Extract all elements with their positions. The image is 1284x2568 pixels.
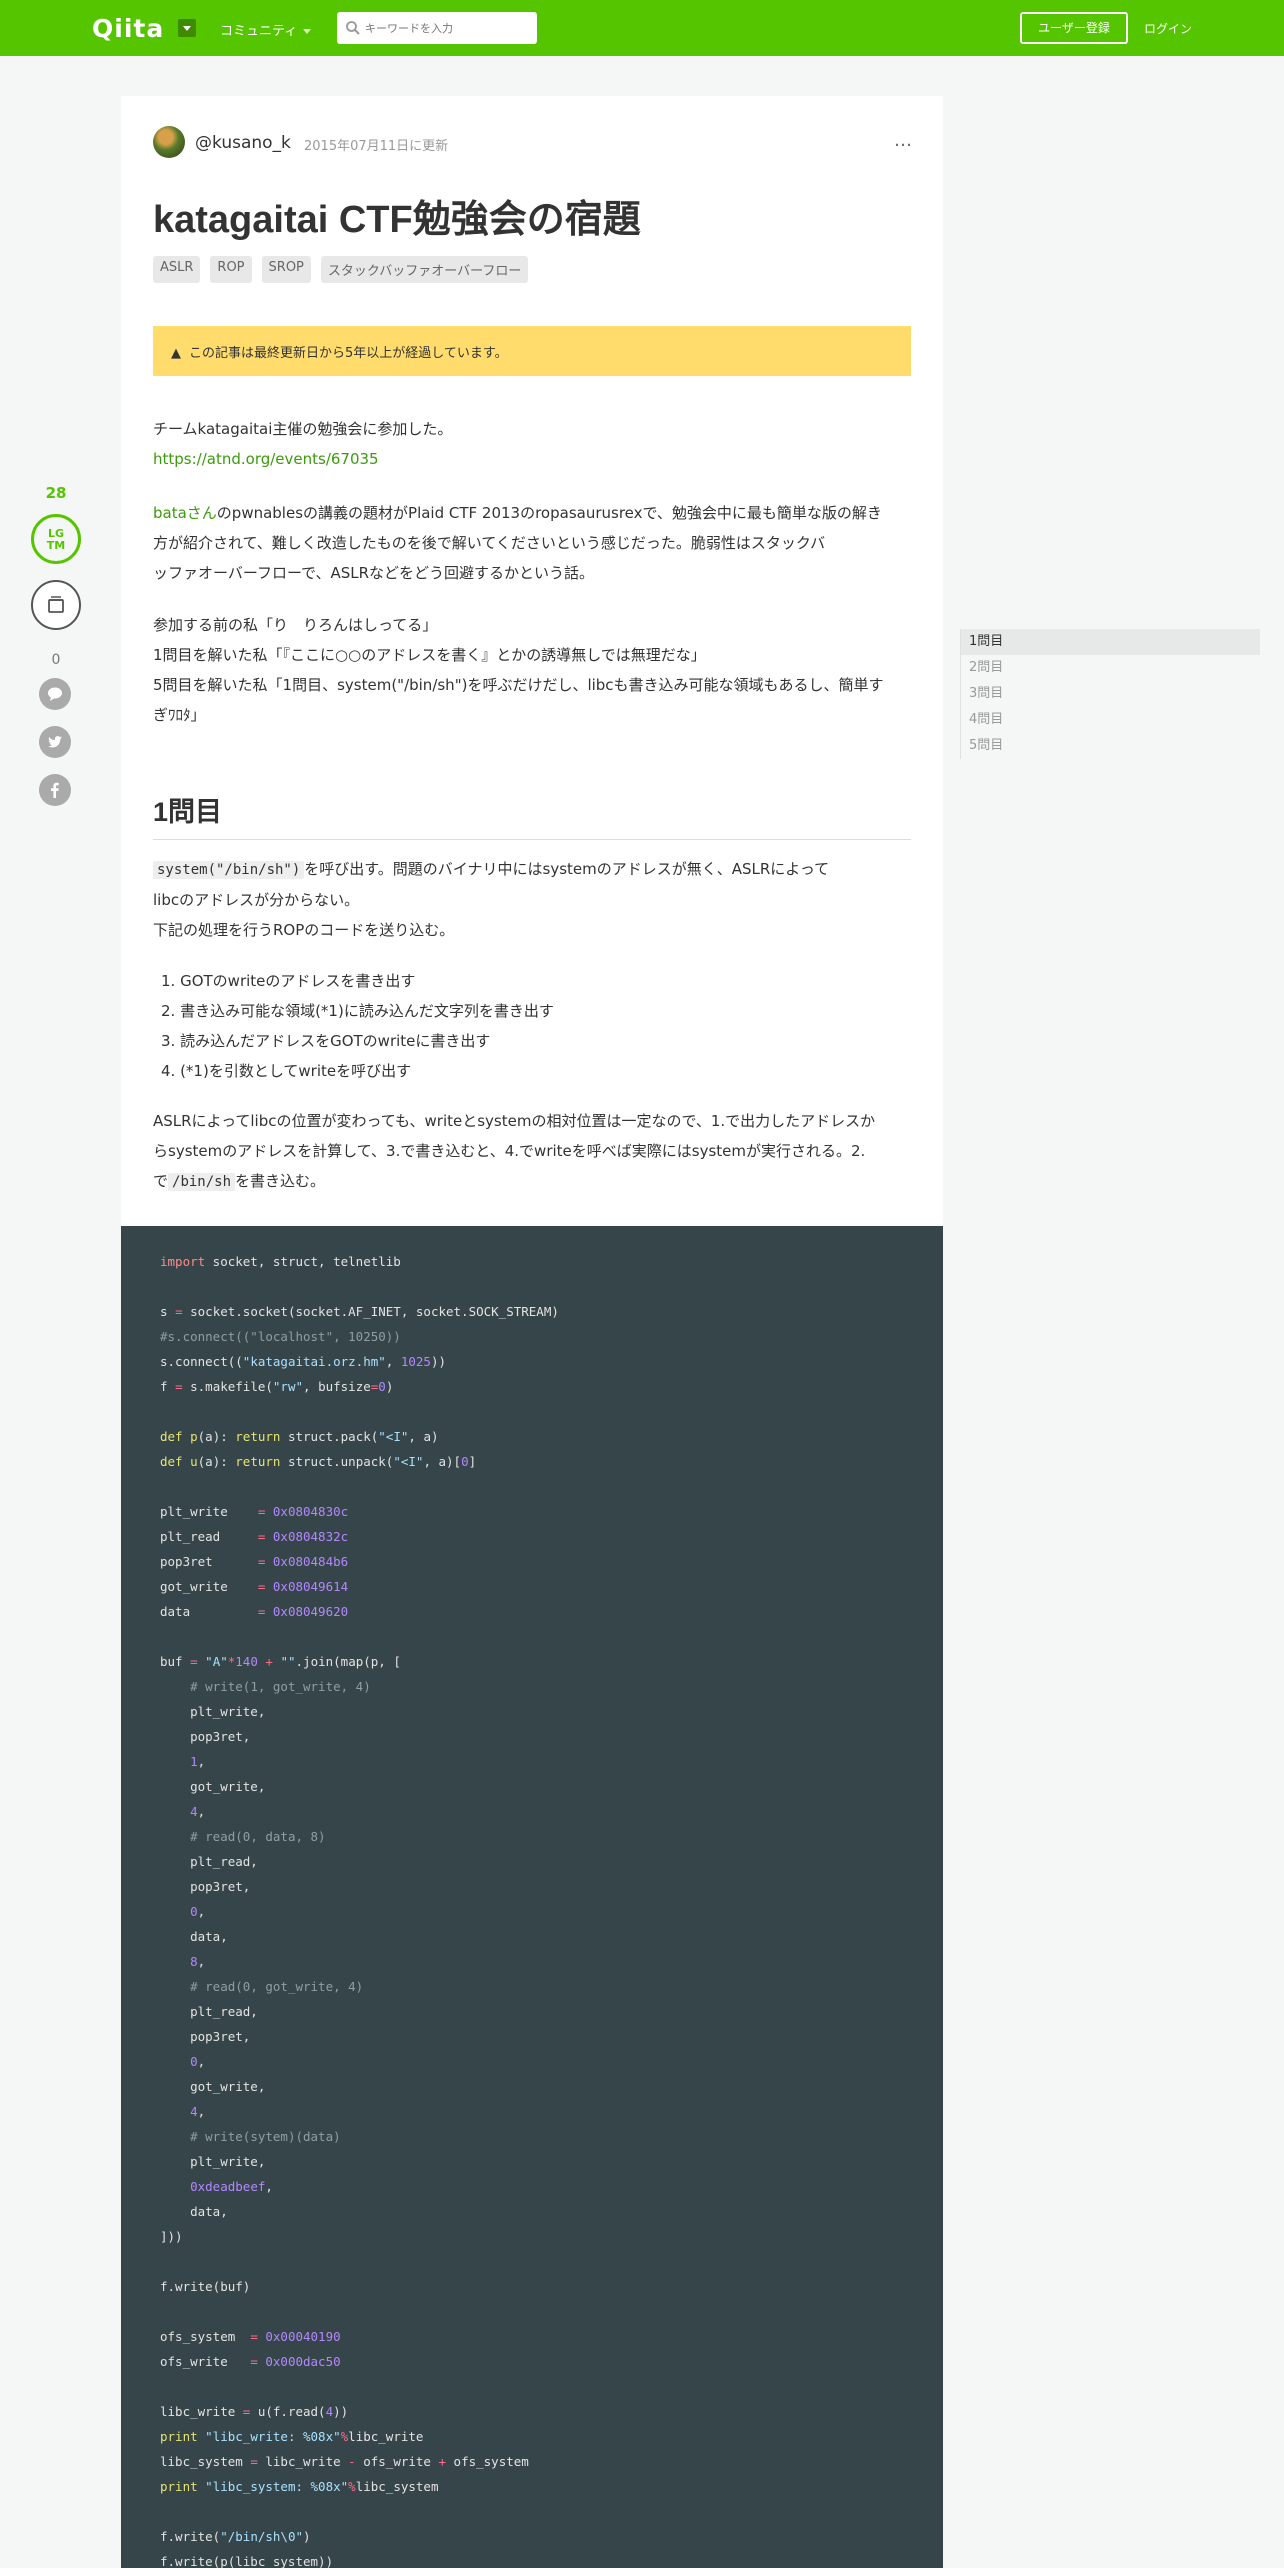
para2-text: のpwnablesの講義の題材がPlaid CTF 2013のropasauru… xyxy=(216,504,882,522)
chevron-down-icon xyxy=(303,29,312,34)
para5-post: を書き込む。 xyxy=(235,1172,326,1190)
signup-button[interactable]: ユーザー登録 xyxy=(1020,12,1128,44)
inline-code: /bin/sh xyxy=(168,1173,236,1191)
qiita-logo[interactable]: Qiita xyxy=(92,14,164,43)
intro-text: チームkatagaitai主催の勉強会に参加した。 xyxy=(153,420,453,438)
lgtm-count: 28 xyxy=(45,484,67,502)
twitter-icon[interactable] xyxy=(39,726,71,758)
paragraph-5: ASLRによってlibcの位置が変わっても、writeとsystemの相対位置は… xyxy=(153,1106,911,1197)
ordered-list: 1. GOTのwriteのアドレスを書き出す 2. 書き込み可能な領域(*1)に… xyxy=(161,966,901,1086)
para3-text-2: 1問目を解いた私「『ここに○○のアドレスを書く』とかの誘導無しでは無理だな」 xyxy=(153,646,706,664)
tag[interactable]: SROP xyxy=(261,256,311,283)
community-label: コミュニティ xyxy=(220,24,298,39)
more-icon[interactable]: … xyxy=(894,130,912,151)
list-item: 4. (*1)を引数としてwriteを呼び出す xyxy=(161,1062,412,1080)
page-title: katagaitai CTF勉強会の宿題 xyxy=(153,199,641,241)
para4-text-2: libcのアドレスが分からない。 xyxy=(153,891,360,909)
list-item: 3. 読み込んだアドレスをGOTのwriteに書き出す xyxy=(161,1032,491,1050)
paragraph-4: system("/bin/sh") を呼び出す。問題のバイナリ中にはsystemの… xyxy=(153,854,911,945)
table-of-contents: 1問目 2問目 3問目 4問目 5問目 xyxy=(960,629,1260,759)
author-row: @kusano_k 2015年07月11日に更新 … xyxy=(153,126,912,162)
code-content: import socket, struct, telnetlib s = soc… xyxy=(160,1254,559,2568)
tag[interactable]: スタックバッファオーバーフロー xyxy=(320,256,529,283)
warning-icon: ▲ xyxy=(171,346,181,361)
facebook-icon[interactable] xyxy=(39,774,71,806)
list-item: 2. 書き込み可能な領域(*1)に読み込んだ文字列を書き出す xyxy=(161,1002,554,1020)
toc-item[interactable]: 3問目 xyxy=(960,681,1260,707)
stock-icon xyxy=(48,596,64,613)
updated-date: 2015年07月11日に更新 xyxy=(304,139,449,154)
search-input[interactable] xyxy=(365,12,533,44)
para4-text-3: 下記の処理を行うROPのコードを送り込む。 xyxy=(153,921,455,939)
para3-text-1: 参加する前の私「り りろんはしってる」 xyxy=(153,616,438,634)
lgtm-label-2: TM xyxy=(46,539,66,552)
stock-count: 0 xyxy=(51,652,61,668)
tag[interactable]: ASLR xyxy=(153,256,201,283)
paragraph-2: bataさんのpwnablesの講義の題材がPlaid CTF 2013のrop… xyxy=(153,498,911,588)
tag-list: ASLR ROP SROP スタックバッファオーバーフロー xyxy=(153,256,529,283)
toc-item[interactable]: 5問目 xyxy=(960,733,1260,759)
comment-icon[interactable] xyxy=(39,678,71,710)
warning-text: この記事は最終更新日から5年以上が経過しています。 xyxy=(189,346,508,361)
intro-paragraph: チームkatagaitai主催の勉強会に参加した。 https://atnd.o… xyxy=(153,414,911,474)
list-item: 1. GOTのwriteのアドレスを書き出す xyxy=(161,972,416,990)
para2-text-3: ッファオーバーフローで、ASLRなどをどう回避するかという話。 xyxy=(153,564,595,582)
para4-text: を呼び出す。問題のバイナリ中にはsystemのアドレスが無く、ASLRによって xyxy=(304,860,830,878)
global-header: Qiita コミュニティ ユーザー登録 ログイン xyxy=(0,0,1284,56)
para3-text-3: 5問目を解いた私「1問目、system("/bin/sh")を呼ぶだけだし、li… xyxy=(153,676,884,694)
login-link[interactable]: ログイン xyxy=(1144,20,1192,37)
outdated-warning: ▲ この記事は最終更新日から5年以上が経過しています。 xyxy=(153,326,911,376)
para5-pre: で xyxy=(153,1172,169,1190)
search-icon xyxy=(346,21,360,35)
para5-text-2: らsystemのアドレスを計算して、3.で書き込むと、4.でwriteを呼べば実… xyxy=(153,1142,866,1160)
search-box[interactable] xyxy=(337,12,537,44)
bata-link[interactable]: bataさん xyxy=(153,504,217,522)
tag[interactable]: ROP xyxy=(210,256,252,283)
author-name[interactable]: @kusano_k xyxy=(195,133,291,153)
toc-item[interactable]: 4問目 xyxy=(960,707,1260,733)
para2-text-2: 方が紹介されて、難しく改造したものを後で解いてくださいという感じだった。脆弱性は… xyxy=(153,534,826,552)
section-heading: 1問目 xyxy=(153,790,911,840)
para5-text-1: ASLRによってlibcの位置が変わっても、writeとsystemの相対位置は… xyxy=(153,1112,876,1130)
paragraph-3: 参加する前の私「り りろんはしってる」 1問目を解いた私「『ここに○○のアドレス… xyxy=(153,610,911,730)
code-block[interactable]: import socket, struct, telnetlib s = soc… xyxy=(121,1226,943,2568)
toc-item[interactable]: 2問目 xyxy=(960,655,1260,681)
para3-text-4: ぎﾜﾛﾀ」 xyxy=(153,706,206,724)
inline-code: system("/bin/sh") xyxy=(153,861,305,879)
community-menu[interactable]: コミュニティ xyxy=(220,20,312,39)
stock-button[interactable] xyxy=(31,580,81,630)
lgtm-button[interactable]: LG TM xyxy=(31,514,81,564)
article-card: @kusano_k 2015年07月11日に更新 … katagaitai CT… xyxy=(121,96,943,2568)
logo-dropdown-icon[interactable] xyxy=(178,19,196,37)
event-link[interactable]: https://atnd.org/events/67035 xyxy=(153,450,379,468)
avatar[interactable] xyxy=(153,126,185,158)
toc-item[interactable]: 1問目 xyxy=(960,629,1260,655)
